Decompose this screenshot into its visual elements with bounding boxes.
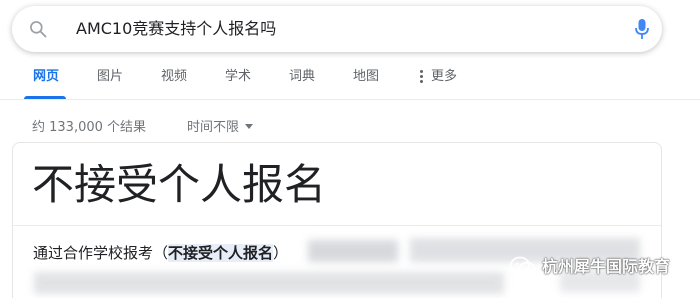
snippet-suffix: ）: [273, 244, 289, 262]
search-bar[interactable]: AMC10竞赛支持个人报名吗: [12, 6, 662, 52]
wechat-icon: [510, 256, 536, 277]
search-tabs: 网页 图片 视频 学术 词典 地图 更多: [0, 60, 700, 100]
snippet-highlight: 不接受个人报名: [168, 244, 274, 262]
redacted-text: [34, 272, 504, 294]
watermark-text: 杭州犀牛国际教育: [542, 257, 671, 276]
answer-snippet: 通过合作学校报考（不接受个人报名）: [33, 243, 288, 263]
microphone-icon[interactable]: [634, 18, 650, 40]
caret-down-icon: [245, 124, 254, 129]
tab-videos[interactable]: 视频: [161, 68, 187, 86]
result-count: 约 133,000 个结果: [32, 120, 147, 135]
snippet-prefix: 通过合作学校报考（: [33, 244, 169, 262]
redacted-text: [308, 240, 398, 262]
search-input[interactable]: AMC10竞赛支持个人报名吗: [76, 18, 276, 40]
tab-images[interactable]: 图片: [97, 68, 123, 86]
time-filter-dropdown[interactable]: 时间不限: [187, 120, 254, 136]
featured-answer-title: 不接受个人报名: [32, 160, 327, 209]
watermark: 杭州犀牛国际教育: [510, 254, 670, 280]
tab-more[interactable]: 更多: [431, 68, 457, 86]
search-icon[interactable]: [28, 19, 48, 39]
tab-maps[interactable]: 地图: [353, 68, 379, 86]
tabs-divider: [0, 99, 700, 100]
time-filter-label: 时间不限: [187, 120, 240, 135]
tab-academic[interactable]: 学术: [225, 68, 251, 86]
tab-dictionary[interactable]: 词典: [289, 68, 315, 86]
more-vertical-icon[interactable]: [420, 70, 424, 84]
tab-web[interactable]: 网页: [33, 68, 59, 86]
card-divider: [13, 225, 661, 226]
